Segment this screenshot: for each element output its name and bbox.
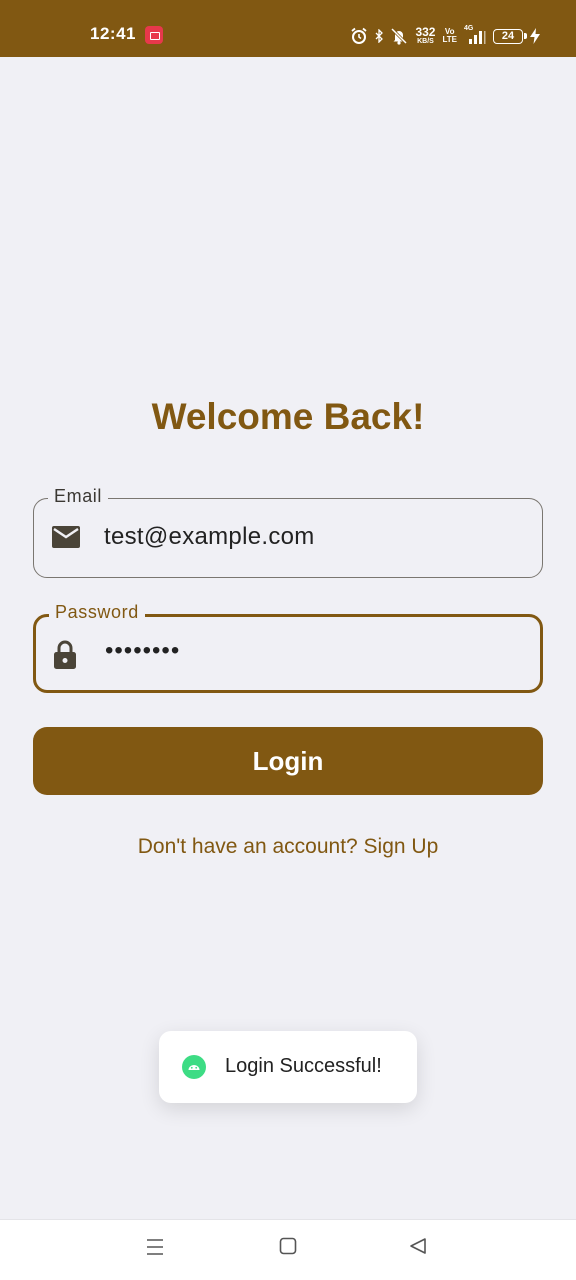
signup-link[interactable]: Don't have an account? Sign Up <box>0 835 576 859</box>
page-title: Welcome Back! <box>151 396 425 437</box>
password-field[interactable]: Password •••••••• <box>33 602 543 693</box>
battery-icon: 24 <box>493 28 527 44</box>
status-bar: 12:41 332 KB/S Vo LTE 4G 24 <box>0 0 576 57</box>
signal-icon <box>469 31 486 44</box>
email-label: Email <box>48 486 109 507</box>
screen-record-icon <box>145 26 163 44</box>
volte-indicator: Vo LTE <box>442 27 457 44</box>
password-input[interactable]: •••••••• <box>105 637 180 665</box>
envelope-icon <box>52 526 80 548</box>
lock-icon <box>54 640 76 669</box>
navigation-bar <box>0 1219 576 1280</box>
toast-message: Login Successful! <box>225 1055 382 1077</box>
android-icon <box>182 1055 206 1079</box>
email-input[interactable]: test@example.com <box>104 523 315 551</box>
email-field[interactable]: Email test@example.com <box>33 486 543 578</box>
menu-icon[interactable] <box>145 1237 165 1257</box>
status-time: 12:41 <box>90 24 136 43</box>
toast: Login Successful! <box>159 1031 417 1103</box>
alarm-icon <box>351 27 368 44</box>
net-speed: 332 KB/S <box>415 24 436 45</box>
back-icon[interactable] <box>409 1237 427 1255</box>
charging-icon <box>530 28 540 44</box>
status-icons: 332 KB/S Vo LTE 4G 24 <box>350 24 540 48</box>
bluetooth-icon <box>375 29 384 43</box>
mute-icon <box>391 27 408 45</box>
login-button[interactable]: Login <box>33 727 543 795</box>
home-icon[interactable] <box>279 1237 297 1255</box>
password-label: Password <box>49 602 145 623</box>
signal-indicator: 4G <box>464 25 486 45</box>
